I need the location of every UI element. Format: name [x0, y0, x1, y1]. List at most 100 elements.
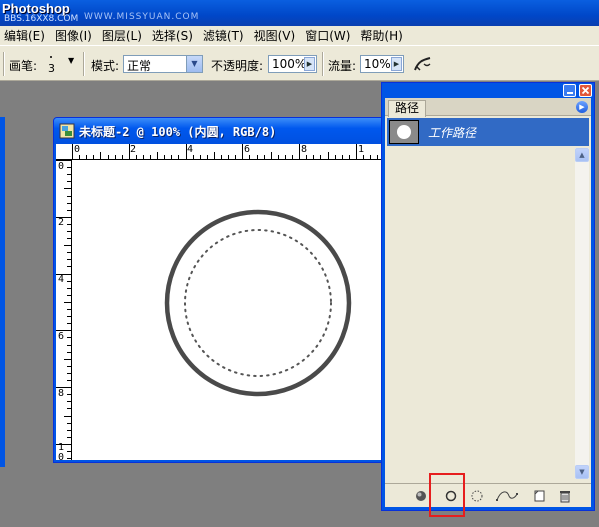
ruler-tick — [64, 245, 71, 246]
menu-view[interactable]: 视图(V) — [250, 27, 302, 44]
ruler-tick — [349, 155, 350, 159]
scroll-up-arrow-icon[interactable]: ▲ — [575, 148, 589, 162]
paths-panel-body: 路径 ▶ 工作路径 ▲ ▼ — [385, 98, 591, 507]
ruler-tick — [67, 196, 71, 197]
flow-field[interactable]: 10% ▶ — [360, 55, 404, 73]
ruler-tick — [93, 155, 94, 159]
ruler-tick — [67, 288, 71, 289]
ruler-tick — [363, 155, 364, 159]
ruler-tick — [328, 152, 329, 159]
ruler-tick — [164, 155, 165, 159]
play-arrow-icon[interactable]: ▶ — [304, 57, 315, 71]
divider — [83, 52, 85, 76]
airbrush-icon — [414, 57, 431, 71]
ruler-tick — [64, 416, 71, 417]
ruler-tick — [271, 152, 272, 159]
delete-path-icon[interactable] — [557, 488, 573, 504]
ruler-label: 6 — [58, 331, 65, 342]
path-item-selected[interactable]: 工作路径 — [387, 118, 589, 146]
watermark-forum: BBS.16XX8.COM — [4, 14, 79, 24]
ruler-tick — [193, 155, 194, 159]
ruler-tick — [221, 155, 222, 159]
ruler-tick — [228, 155, 229, 159]
menu-bar: 编辑(E) 图像(I) 图层(L) 选择(S) 滤镜(T) 视图(V) 窗口(W… — [0, 26, 599, 45]
ruler-label: 4 — [187, 144, 194, 155]
ruler-tick — [313, 155, 314, 159]
ruler-label: 6 — [244, 144, 251, 155]
vertical-scrollbar[interactable]: ▲ ▼ — [575, 148, 589, 479]
ruler-tick — [64, 302, 71, 303]
menu-image[interactable]: 图像(I) — [51, 27, 98, 44]
menu-window[interactable]: 窗口(W) — [301, 27, 356, 44]
ruler-tick — [115, 155, 116, 159]
ruler-label: 8 — [301, 144, 308, 155]
ruler-label: 8 — [58, 388, 65, 399]
photoshop-document-icon — [59, 123, 75, 139]
canvas[interactable] — [72, 160, 384, 460]
ruler-tick — [67, 231, 71, 232]
ruler-tick — [67, 167, 71, 168]
menu-filter[interactable]: 滤镜(T) — [199, 27, 250, 44]
menu-edit[interactable]: 编辑(E) — [0, 27, 51, 44]
ruler-tick — [242, 144, 243, 159]
ruler-tick — [136, 155, 137, 159]
play-arrow-icon[interactable]: ▶ — [391, 57, 402, 71]
options-bar: 画笔: 3 ▼ 模式: 正常 ▼ 不透明度: 100% ▶ 流量: 10% ▶ — [0, 45, 599, 81]
fill-path-icon[interactable] — [413, 488, 429, 504]
scroll-down-arrow-icon[interactable]: ▼ — [575, 465, 589, 479]
app-title-bar: Photoshop BBS.16XX8.COM WWW.MISSYUAN.COM — [0, 0, 599, 26]
opacity-value: 100% — [272, 57, 307, 71]
minimize-icon[interactable] — [563, 84, 576, 97]
circle-thumbnail-icon — [390, 121, 418, 143]
ruler-tick — [257, 155, 258, 159]
menu-help[interactable]: 帮助(H) — [356, 27, 408, 44]
ruler-tick — [100, 152, 101, 159]
opacity-field[interactable]: 100% ▶ — [268, 55, 317, 73]
document-title-bar[interactable]: 未标题-2 @ 100% (内圆, RGB/8) — [54, 118, 384, 144]
ruler-tick — [157, 152, 158, 159]
ruler-tick — [67, 259, 71, 260]
vertical-ruler[interactable]: 0 2 4 6 8 1 0 — [56, 160, 72, 460]
ruler-tick — [186, 144, 187, 159]
path-thumbnail — [389, 120, 419, 144]
ruler-tick — [67, 458, 71, 459]
menu-select[interactable]: 选择(S) — [148, 27, 199, 44]
close-icon[interactable] — [579, 84, 592, 97]
ruler-tick — [320, 155, 321, 159]
horizontal-ruler[interactable]: 0 2 4 6 8 1 — [56, 144, 382, 160]
ruler-tick — [67, 352, 71, 353]
opacity-label: 不透明度: — [211, 59, 264, 73]
ruler-tick — [67, 380, 71, 381]
ruler-tick — [67, 203, 71, 204]
chevron-down-icon: ▼ — [68, 56, 75, 65]
ruler-tick — [67, 423, 71, 424]
path-item-name: 工作路径 — [428, 126, 477, 140]
new-path-icon[interactable] — [531, 488, 547, 504]
panel-menu-arrow-icon[interactable]: ▶ — [576, 101, 588, 113]
ruler-tick — [67, 394, 71, 395]
outer-ring — [164, 209, 352, 397]
ruler-tick — [370, 155, 371, 159]
load-as-selection-icon[interactable] — [469, 488, 485, 504]
ruler-label: 2 — [58, 217, 65, 228]
ruler-label: 0 — [74, 144, 81, 155]
make-work-path-icon[interactable] — [495, 488, 519, 504]
airbrush-toggle[interactable] — [410, 52, 436, 76]
menu-layer[interactable]: 图层(L) — [98, 27, 148, 44]
ruler-tick — [235, 155, 236, 159]
ruler-tick — [86, 155, 87, 159]
mode-select[interactable]: 正常 ▼ — [123, 55, 203, 73]
ruler-tick — [67, 181, 71, 182]
brush-dot-icon — [50, 56, 52, 58]
chevron-down-icon[interactable]: ▼ — [186, 56, 202, 72]
tab-paths[interactable]: 路径 — [388, 100, 426, 117]
ruler-tick — [67, 373, 71, 374]
ruler-tick — [72, 144, 73, 159]
ruler-tick — [67, 401, 71, 402]
ruler-tick — [299, 144, 300, 159]
brush-preset-picker[interactable]: 3 ▼ — [44, 53, 80, 77]
ruler-tick — [56, 387, 71, 388]
flow-label: 流量: — [328, 59, 357, 73]
ruler-tick — [67, 309, 71, 310]
ruler-tick — [64, 359, 71, 360]
